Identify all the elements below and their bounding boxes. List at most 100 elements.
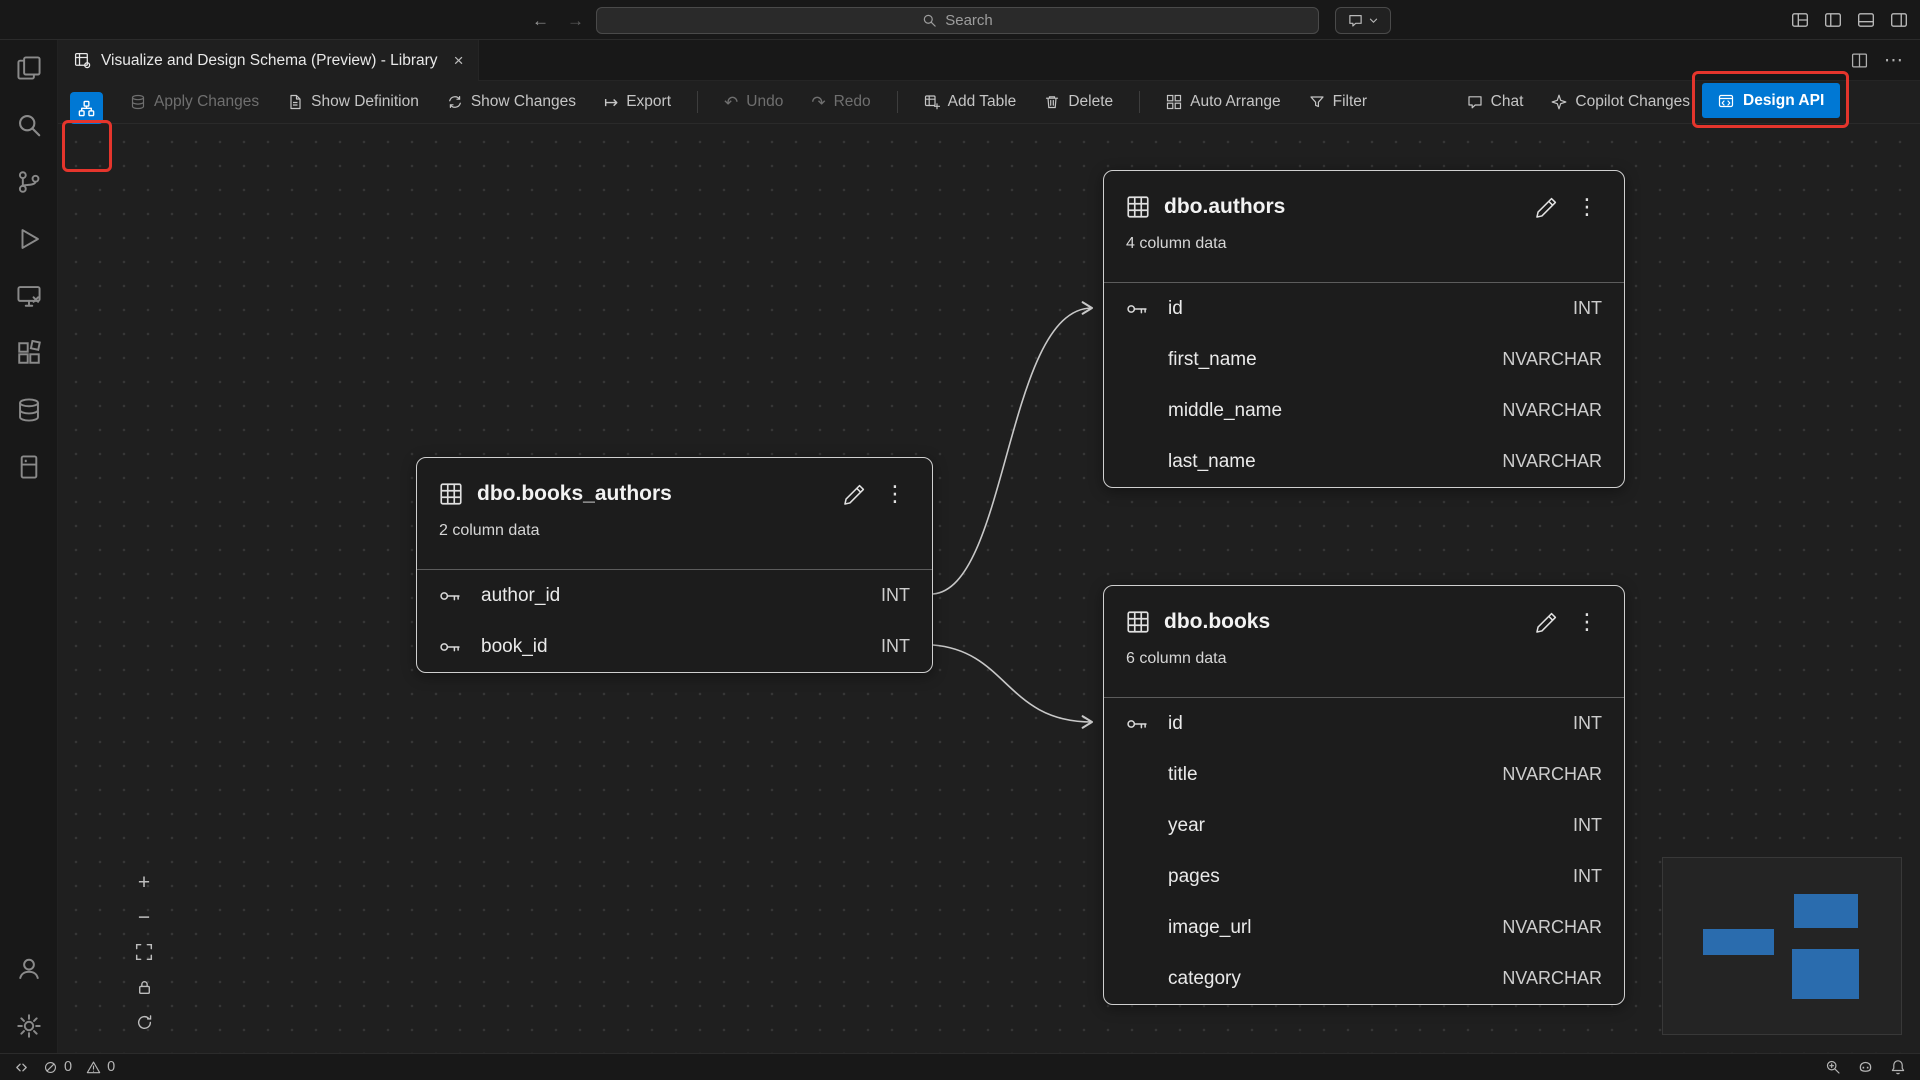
edit-table-button[interactable] (844, 483, 866, 505)
filter-button[interactable]: Filter (1307, 89, 1369, 115)
zoom-status-icon[interactable] (1825, 1059, 1841, 1075)
column-row[interactable]: book_id INT (417, 621, 932, 672)
toggle-panel-icon[interactable] (1857, 11, 1875, 29)
tab-title: Visualize and Design Schema (Preview) - … (101, 52, 438, 70)
column-row[interactable]: year INT (1104, 800, 1624, 851)
schema-canvas[interactable]: dbo.books_authors ⋮ 2 column data author… (58, 124, 1920, 1053)
relationship-connectors (58, 124, 1920, 1053)
settings-gear-icon[interactable] (16, 1013, 42, 1039)
source-control-icon[interactable] (16, 169, 42, 195)
zoom-out-button[interactable]: − (130, 903, 158, 931)
show-definition-label: Show Definition (311, 93, 419, 111)
minimap[interactable] (1662, 857, 1902, 1035)
toggle-primary-sidebar-icon[interactable] (1824, 11, 1842, 29)
show-changes-button[interactable]: Show Changes (445, 89, 578, 115)
undo-label: Undo (746, 93, 783, 111)
column-row[interactable]: id INT (1104, 698, 1624, 749)
export-button[interactable]: ↦ Export (602, 89, 673, 115)
toggle-secondary-sidebar-icon[interactable] (1890, 11, 1908, 29)
export-icon: ↦ (604, 94, 618, 111)
database-projects-icon[interactable] (16, 454, 42, 480)
copilot-menu-button[interactable] (1335, 7, 1391, 34)
column-name: last_name (1168, 451, 1502, 473)
warnings-icon (86, 1060, 101, 1075)
column-count-label: 4 column data (1126, 235, 1602, 253)
table-node-books[interactable]: dbo.books ⋮ 6 column data id INT title N (1103, 585, 1625, 1005)
table-name: dbo.books (1164, 610, 1522, 634)
title-bar: ← → Search (0, 0, 1920, 40)
accounts-icon[interactable] (16, 956, 42, 982)
schema-diagram-view-button[interactable] (70, 92, 103, 124)
back-icon[interactable]: ← (532, 12, 549, 29)
more-actions-icon[interactable]: ⋯ (1884, 49, 1904, 72)
copilot-changes-label: Copilot Changes (1575, 93, 1690, 111)
add-table-button[interactable]: Add Table (922, 89, 1019, 115)
table-menu-button[interactable]: ⋮ (1572, 196, 1602, 218)
column-row[interactable]: first_name NVARCHAR (1104, 334, 1624, 385)
remote-indicator-icon[interactable] (14, 1060, 29, 1075)
redo-button[interactable]: ↷ Redo (809, 89, 872, 115)
copilot-status-icon[interactable] (1857, 1059, 1874, 1076)
column-row[interactable]: category NVARCHAR (1104, 953, 1624, 1004)
toolbar-separator (1139, 91, 1140, 113)
database-icon[interactable] (16, 397, 42, 423)
column-name: id (1168, 713, 1573, 735)
auto-arrange-button[interactable]: Auto Arrange (1164, 89, 1282, 115)
design-api-icon (1718, 93, 1734, 109)
column-row[interactable]: image_url NVARCHAR (1104, 902, 1624, 953)
split-editor-icon[interactable] (1851, 52, 1868, 69)
customize-layout-icon[interactable] (1791, 11, 1809, 29)
column-row[interactable]: last_name NVARCHAR (1104, 436, 1624, 487)
table-menu-button[interactable]: ⋮ (1572, 611, 1602, 633)
column-type: NVARCHAR (1502, 400, 1602, 421)
column-row[interactable]: middle_name NVARCHAR (1104, 385, 1624, 436)
edit-table-button[interactable] (1536, 196, 1558, 218)
minimap-table-authors (1794, 894, 1858, 928)
copilot-changes-button[interactable]: Copilot Changes (1549, 89, 1692, 115)
remote-explorer-icon[interactable] (16, 283, 42, 309)
fk-authors-connector (933, 308, 1092, 594)
apply-changes-button[interactable]: Apply Changes (128, 89, 261, 115)
column-row[interactable]: title NVARCHAR (1104, 749, 1624, 800)
filter-label: Filter (1333, 93, 1367, 111)
search-sidebar-icon[interactable] (16, 112, 42, 138)
problems-status[interactable]: 0 0 (43, 1059, 115, 1075)
column-row[interactable]: author_id INT (417, 570, 932, 621)
column-name: title (1168, 764, 1502, 786)
undo-button[interactable]: ↶ Undo (722, 89, 785, 115)
table-icon (439, 482, 463, 506)
column-name: author_id (481, 585, 881, 607)
refresh-button[interactable] (130, 1008, 158, 1036)
table-node-books-authors[interactable]: dbo.books_authors ⋮ 2 column data author… (416, 457, 933, 673)
notifications-bell-icon[interactable] (1890, 1059, 1906, 1075)
search-placeholder: Search (945, 12, 993, 29)
edit-table-button[interactable] (1536, 611, 1558, 633)
table-header: dbo.books ⋮ 6 column data (1104, 586, 1624, 698)
tab-schema-designer[interactable]: Visualize and Design Schema (Preview) - … (58, 40, 479, 81)
apply-changes-icon (130, 94, 146, 110)
design-api-button[interactable]: Design API (1702, 83, 1840, 118)
tab-close-icon[interactable]: × (454, 52, 464, 69)
search-input[interactable]: Search (596, 7, 1319, 34)
run-debug-icon[interactable] (16, 226, 42, 252)
delete-icon (1044, 94, 1060, 110)
forward-icon[interactable]: → (567, 12, 584, 29)
delete-button[interactable]: Delete (1042, 89, 1115, 115)
table-menu-button[interactable]: ⋮ (880, 483, 910, 505)
extensions-icon[interactable] (16, 340, 42, 366)
explorer-icon[interactable] (16, 55, 42, 81)
minimap-table-books-authors (1703, 929, 1774, 955)
column-type: INT (881, 636, 910, 657)
column-row[interactable]: id INT (1104, 283, 1624, 334)
column-row[interactable]: pages INT (1104, 851, 1624, 902)
column-name: id (1168, 298, 1573, 320)
table-node-authors[interactable]: dbo.authors ⋮ 4 column data id INT first… (1103, 170, 1625, 488)
show-definition-button[interactable]: Show Definition (285, 89, 421, 115)
errors-icon (43, 1060, 58, 1075)
lock-button[interactable] (130, 973, 158, 1001)
fit-view-button[interactable] (130, 938, 158, 966)
zoom-in-button[interactable]: + (130, 868, 158, 896)
column-type: NVARCHAR (1502, 451, 1602, 472)
chat-button[interactable]: Chat (1465, 89, 1526, 115)
column-name: category (1168, 968, 1502, 990)
